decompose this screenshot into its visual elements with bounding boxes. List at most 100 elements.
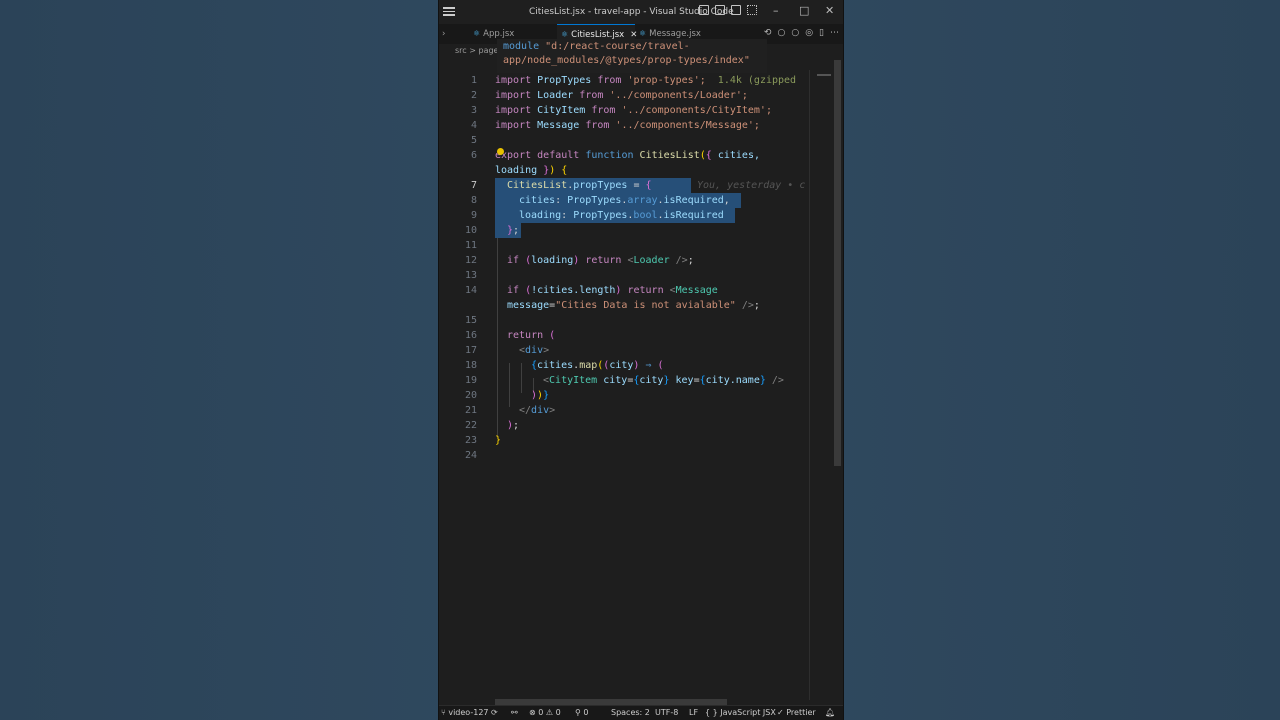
react-icon: ⚛ xyxy=(561,30,569,39)
line-number: 16 xyxy=(464,330,477,341)
git-prev-change-icon[interactable]: ○ xyxy=(777,28,785,38)
line-number: 4 xyxy=(470,120,477,131)
code-line: 10 }; xyxy=(439,223,829,238)
ports-icon: ⚲ xyxy=(575,708,581,717)
code-text: import CityItem from '../components/City… xyxy=(495,105,772,116)
sync-icon: ⟳ xyxy=(491,708,498,717)
code-text: if (loading) return <Loader />; xyxy=(507,255,694,266)
line-number: 20 xyxy=(464,390,477,401)
eol-item[interactable]: LF xyxy=(689,706,698,720)
code-line: message="Cities Data is not avialable" /… xyxy=(439,298,829,313)
maximize-icon[interactable]: □ xyxy=(799,4,809,17)
code-line: 8 cities: PropTypes.array.isRequired, xyxy=(439,193,829,208)
line-number: 9 xyxy=(470,210,477,221)
code-text: loading }) { xyxy=(495,165,568,176)
prettier-item[interactable]: ✓ Prettier xyxy=(777,706,816,720)
code-line: 12 if (loading) return <Loader />; xyxy=(439,253,829,268)
line-number: 17 xyxy=(464,345,477,356)
line-number: 10 xyxy=(464,225,477,236)
editor-actions: ⟲ ○ ○ ◎ ▯ ⋯ xyxy=(764,28,839,38)
indentation-item[interactable]: Spaces: 2 xyxy=(611,706,650,720)
git-graph-icon[interactable]: ⚯ xyxy=(511,706,518,720)
code-text: return ( xyxy=(507,330,556,341)
line-number: 6 xyxy=(470,150,477,161)
line-number: 24 xyxy=(464,450,477,461)
code-line: 21 </div> xyxy=(439,403,829,418)
line-number: 23 xyxy=(464,435,477,446)
code-editor[interactable]: 1 import PropTypes from 'prop-types'; 1.… xyxy=(439,73,843,683)
toggle-secondary-sidebar-icon[interactable] xyxy=(731,5,741,15)
title-bar: CitiesList.jsx - travel-app - Visual Stu… xyxy=(439,0,843,24)
code-line: 11 xyxy=(439,238,829,253)
code-line: 22 ); xyxy=(439,418,829,433)
code-text: cities: PropTypes.array.isRequired, xyxy=(519,195,730,206)
code-text: message="Cities Data is not avialable" /… xyxy=(507,300,760,311)
language-item[interactable]: { } JavaScript JSX xyxy=(705,706,776,720)
code-line: 19 <CityItem city={city} key={city.name}… xyxy=(439,373,829,388)
warning-icon: ⚠ xyxy=(545,708,554,717)
code-text: ); xyxy=(507,420,520,431)
lightbulb-icon[interactable] xyxy=(497,148,504,155)
line-number: 15 xyxy=(464,315,477,326)
vertical-scrollbar[interactable] xyxy=(834,60,841,466)
split-editor-icon[interactable]: ▯ xyxy=(819,28,824,38)
line-number: 1 xyxy=(470,75,477,86)
react-icon: ⚛ xyxy=(473,29,481,38)
code-line: 2 import Loader from '../components/Load… xyxy=(439,88,829,103)
menu-icon[interactable] xyxy=(443,5,455,19)
hover-tooltip: module "d:/react-course/travel- app/node… xyxy=(497,39,767,73)
react-icon: ⚛ xyxy=(639,29,647,38)
code-text: export default function CitiesList({ cit… xyxy=(495,150,760,161)
code-text: import Message from '../components/Messa… xyxy=(495,120,760,131)
code-text: ))} xyxy=(531,390,550,401)
code-line: loading }) { xyxy=(439,163,829,178)
code-line: 23 } xyxy=(439,433,829,448)
code-text: {cities.map((city) ⇒ ( xyxy=(531,360,664,371)
line-number: 18 xyxy=(464,360,477,371)
customize-layout-icon[interactable] xyxy=(747,5,757,15)
check-icon: ✓ xyxy=(777,708,784,717)
git-next-change-icon[interactable]: ○ xyxy=(791,28,799,38)
ports-item[interactable]: ⚲ 0 xyxy=(575,706,589,720)
code-line: 16 return ( xyxy=(439,328,829,343)
more-actions-icon[interactable]: ⋯ xyxy=(830,28,839,38)
line-number: 21 xyxy=(464,405,477,416)
code-text: loading: PropTypes.bool.isRequired xyxy=(519,210,724,221)
window-title: CitiesList.jsx - travel-app - Visual Stu… xyxy=(529,7,734,17)
branch-item[interactable]: ⑂ video-127 ⟳ xyxy=(441,706,498,720)
line-number: 3 xyxy=(470,105,477,116)
notifications-icon[interactable]: 🔔︎ xyxy=(825,706,835,720)
error-icon: ⊗ xyxy=(529,708,536,717)
code-text: import Loader from '../components/Loader… xyxy=(495,90,748,101)
code-line: 24 xyxy=(439,448,829,463)
code-line: 9 loading: PropTypes.bool.isRequired xyxy=(439,208,829,223)
line-number: 11 xyxy=(464,240,477,251)
git-back-icon[interactable]: ⟲ xyxy=(764,28,772,38)
code-line: 20 ))} xyxy=(439,388,829,403)
git-blame-annotation: You, yesterday • c xyxy=(697,180,806,191)
close-window-icon[interactable]: ✕ xyxy=(825,4,834,17)
code-text: import PropTypes from 'prop-types'; 1.4k… xyxy=(495,75,797,86)
tab-overflow[interactable]: › xyxy=(442,24,445,44)
code-text: } xyxy=(495,435,502,446)
status-bar: ⑂ video-127 ⟳ ⚯ ⊗ 0 ⚠ 0 ⚲ 0 Spaces: 2 UT… xyxy=(439,705,843,720)
code-line: 18 {cities.map((city) ⇒ ( xyxy=(439,358,829,373)
code-line: 13 xyxy=(439,268,829,283)
code-line: 15 xyxy=(439,313,829,328)
line-number: 22 xyxy=(464,420,477,431)
toggle-panel-icon[interactable] xyxy=(715,5,725,15)
toggle-sidebar-icon[interactable] xyxy=(699,5,709,15)
minimize-icon[interactable]: – xyxy=(773,4,779,17)
code-line: 5 xyxy=(439,133,829,148)
code-text: if (!cities.length) return <Message xyxy=(507,285,718,296)
encoding-item[interactable]: UTF-8 xyxy=(655,706,678,720)
open-changes-icon[interactable]: ◎ xyxy=(805,28,813,38)
line-number: 7 xyxy=(470,180,477,191)
code-line: 4 import Message from '../components/Mes… xyxy=(439,118,829,133)
code-text: <CityItem city={city} key={city.name} /> xyxy=(543,375,784,386)
code-line: 17 <div> xyxy=(439,343,829,358)
problems-item[interactable]: ⊗ 0 ⚠ 0 xyxy=(529,706,561,720)
line-number: 2 xyxy=(470,90,477,101)
code-text: }; xyxy=(507,225,520,236)
line-number: 14 xyxy=(464,285,477,296)
